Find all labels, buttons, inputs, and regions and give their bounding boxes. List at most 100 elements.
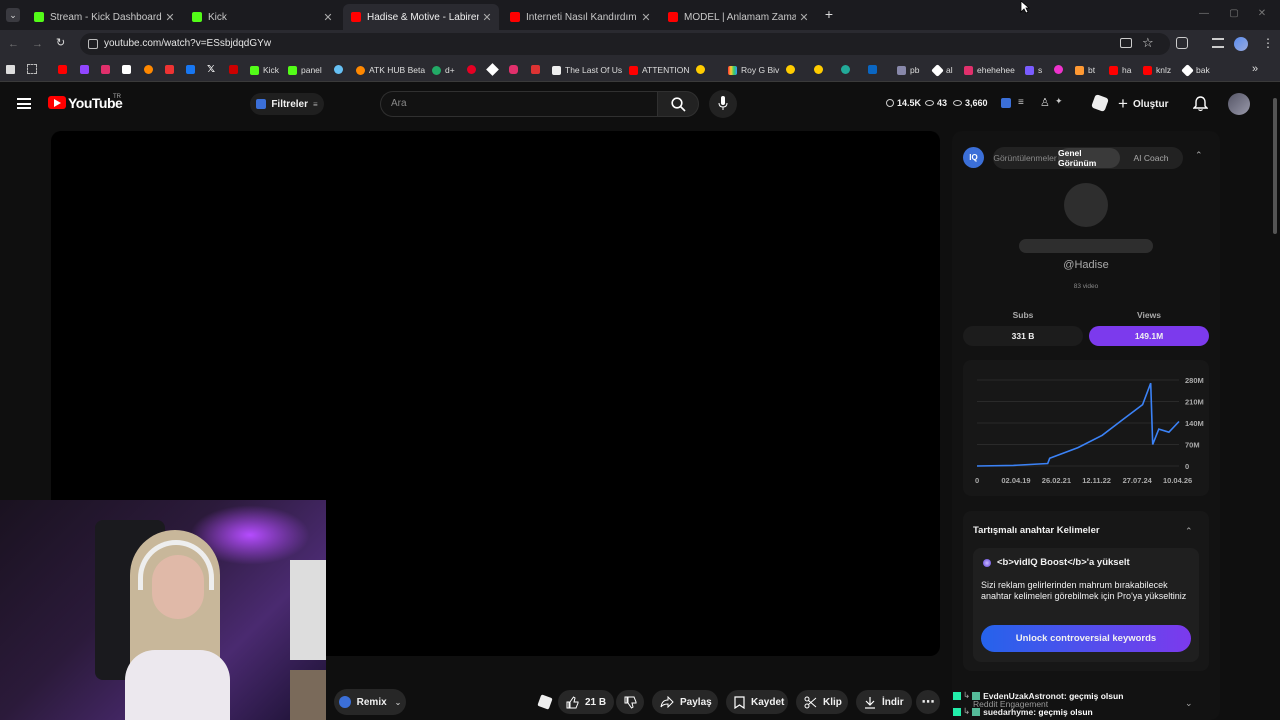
bookmark-icon[interactable]	[144, 65, 153, 74]
bookmark-bak[interactable]: bak	[1181, 63, 1210, 77]
bookmark-roy-g-biv[interactable]: Roy G Biv	[728, 63, 779, 77]
bookmark-panel[interactable]: panel	[288, 63, 322, 77]
bookmark-ha[interactable]: ha	[1109, 63, 1131, 77]
bookmark-icon[interactable]	[531, 65, 540, 74]
close-window-button[interactable]: ✕	[1256, 8, 1268, 20]
bookmark-atk-hub[interactable]: ATK HUB Beta	[356, 63, 425, 77]
bookmark-bt[interactable]: bt	[1075, 63, 1095, 77]
reading-list-icon[interactable]	[1212, 38, 1224, 48]
extensions-icon[interactable]	[1176, 37, 1188, 49]
bookmark-icon[interactable]	[1054, 65, 1063, 74]
bookmark-icon[interactable]	[229, 65, 238, 74]
menu-hamburger-icon[interactable]	[17, 98, 31, 109]
browser-tab[interactable]: Kick ✕	[184, 4, 340, 30]
minimize-button[interactable]: —	[1198, 8, 1210, 20]
bookmark-kick[interactable]: Kick	[250, 63, 279, 77]
bookmark-icon[interactable]: 𝕏	[207, 64, 215, 75]
user-avatar[interactable]	[1228, 93, 1250, 115]
cast-icon[interactable]	[1120, 38, 1132, 48]
browser-tab[interactable]: MODEL | Anlamam Zaman Aldı ✕	[660, 4, 816, 30]
trophy-icon[interactable]: ♙	[1040, 96, 1050, 109]
list-icon[interactable]: ≡	[1018, 97, 1024, 108]
dislike-button[interactable]	[616, 690, 644, 714]
site-info-icon[interactable]	[88, 39, 98, 49]
forward-button[interactable]: →	[32, 38, 44, 50]
scrollbar-thumb[interactable]	[1273, 98, 1277, 234]
bookmark-dplus[interactable]: d+	[432, 63, 455, 77]
vidiq-icon[interactable]	[1001, 98, 1011, 108]
subs-value-button[interactable]: 331 B	[963, 326, 1083, 346]
tab-search-button[interactable]: ⌄	[6, 8, 20, 22]
bookmark-icon[interactable]	[786, 65, 795, 74]
linkedin-icon[interactable]	[868, 65, 877, 74]
maximize-button[interactable]: ▢	[1228, 8, 1240, 20]
collapse-chevron-icon[interactable]: ⌄	[1185, 698, 1193, 709]
vidiq-puzzle-icon[interactable]	[537, 694, 553, 710]
create-button[interactable]: + Oluştur	[1118, 92, 1176, 116]
bookmark-pb[interactable]: pb	[897, 63, 919, 77]
unlock-keywords-button[interactable]: Unlock controversial keywords	[981, 625, 1191, 652]
collapse-chevron-icon[interactable]: ⌃	[1195, 150, 1203, 161]
new-tab-button[interactable]: +	[822, 7, 836, 21]
views-value-button[interactable]: 149.1M	[1089, 326, 1209, 346]
thumbs-up-icon	[566, 695, 579, 708]
clip-button[interactable]: Klip	[796, 690, 848, 714]
plus-icon: +	[1118, 94, 1128, 113]
browser-tab[interactable]: İnterneti Nasıl Kandırdım - YouT ✕	[502, 4, 658, 30]
save-button[interactable]: Kaydet	[726, 690, 788, 714]
close-tab-icon[interactable]: ✕	[320, 11, 336, 24]
close-tab-icon[interactable]: ✕	[162, 11, 178, 24]
steam-icon[interactable]	[334, 65, 343, 74]
bookmark-ehehehee[interactable]: ehehehee	[964, 63, 1015, 77]
close-tab-icon[interactable]: ✕	[479, 11, 495, 24]
tab-views[interactable]: Görüntülenmeler	[993, 148, 1056, 168]
search-input[interactable]: Ara	[380, 91, 657, 117]
bookmark-icon[interactable]	[58, 65, 67, 74]
bookmark-al[interactable]: al	[931, 63, 953, 77]
bookmark-icon[interactable]	[696, 65, 705, 74]
search-button[interactable]	[657, 91, 699, 117]
apps-grid-icon[interactable]	[27, 64, 37, 74]
more-bookmarks-icon[interactable]: »	[1252, 63, 1258, 75]
tab-ai-coach[interactable]: AI Coach	[1120, 148, 1182, 168]
remix-button[interactable]: Remix ⌄	[334, 689, 406, 715]
bookmark-icon[interactable]	[80, 65, 89, 74]
bookmark-icon[interactable]	[122, 65, 131, 74]
bookmark-icon[interactable]	[101, 65, 110, 74]
mouse-cursor-icon	[1020, 0, 1030, 14]
back-button[interactable]: ←	[8, 38, 20, 50]
pinterest-icon[interactable]	[467, 65, 476, 74]
share-button[interactable]: Paylaş	[652, 690, 718, 714]
more-actions-button[interactable]: ⋯	[916, 690, 940, 714]
bookmark-icon[interactable]	[814, 65, 823, 74]
notifications-bell-icon[interactable]	[1193, 96, 1208, 112]
tab-overview[interactable]: Genel Görünüm	[1058, 148, 1120, 168]
close-tab-icon[interactable]: ✕	[638, 11, 654, 24]
browser-tab-active[interactable]: Hadise & Motive - Labirent (Offi ✕	[343, 4, 499, 30]
url-field[interactable]: youtube.com/watch?v=ESsbjdqdGYw	[80, 33, 1170, 55]
bookmark-the-last-of-us[interactable]: The Last Of Us	[552, 63, 622, 77]
bookmark-icon[interactable]	[186, 65, 195, 74]
filters-button[interactable]: Filtreler ≡	[250, 93, 324, 115]
download-button[interactable]: İndir	[856, 690, 912, 714]
close-tab-icon[interactable]: ✕	[796, 11, 812, 24]
profile-avatar[interactable]	[1234, 37, 1248, 51]
bookmark-attention[interactable]: ATTENTION	[629, 63, 690, 77]
kick-icon	[250, 65, 259, 75]
like-button[interactable]: 21 B	[558, 690, 614, 714]
instagram-icon[interactable]	[509, 65, 518, 74]
bookmark-knlz[interactable]: knlz	[1143, 63, 1171, 77]
sparkle-icon[interactable]: ✦	[1055, 96, 1063, 107]
bookmark-star-icon[interactable]: ☆	[1142, 35, 1154, 51]
browser-tab[interactable]: Stream - Kick Dashboard ✕	[26, 4, 182, 30]
bookmark-icon[interactable]	[165, 65, 174, 74]
bookmark-icon[interactable]	[6, 65, 15, 74]
browser-menu-icon[interactable]: ⋮	[1262, 36, 1274, 50]
bookmark-s[interactable]: s	[1025, 63, 1042, 77]
reload-button[interactable]: ↻	[56, 37, 68, 49]
kick-icon	[192, 12, 202, 22]
pb-icon	[897, 65, 906, 75]
bookmark-icon[interactable]	[841, 65, 850, 74]
collapse-chevron-icon[interactable]: ⌃	[1185, 526, 1193, 537]
voice-search-button[interactable]	[709, 90, 737, 118]
